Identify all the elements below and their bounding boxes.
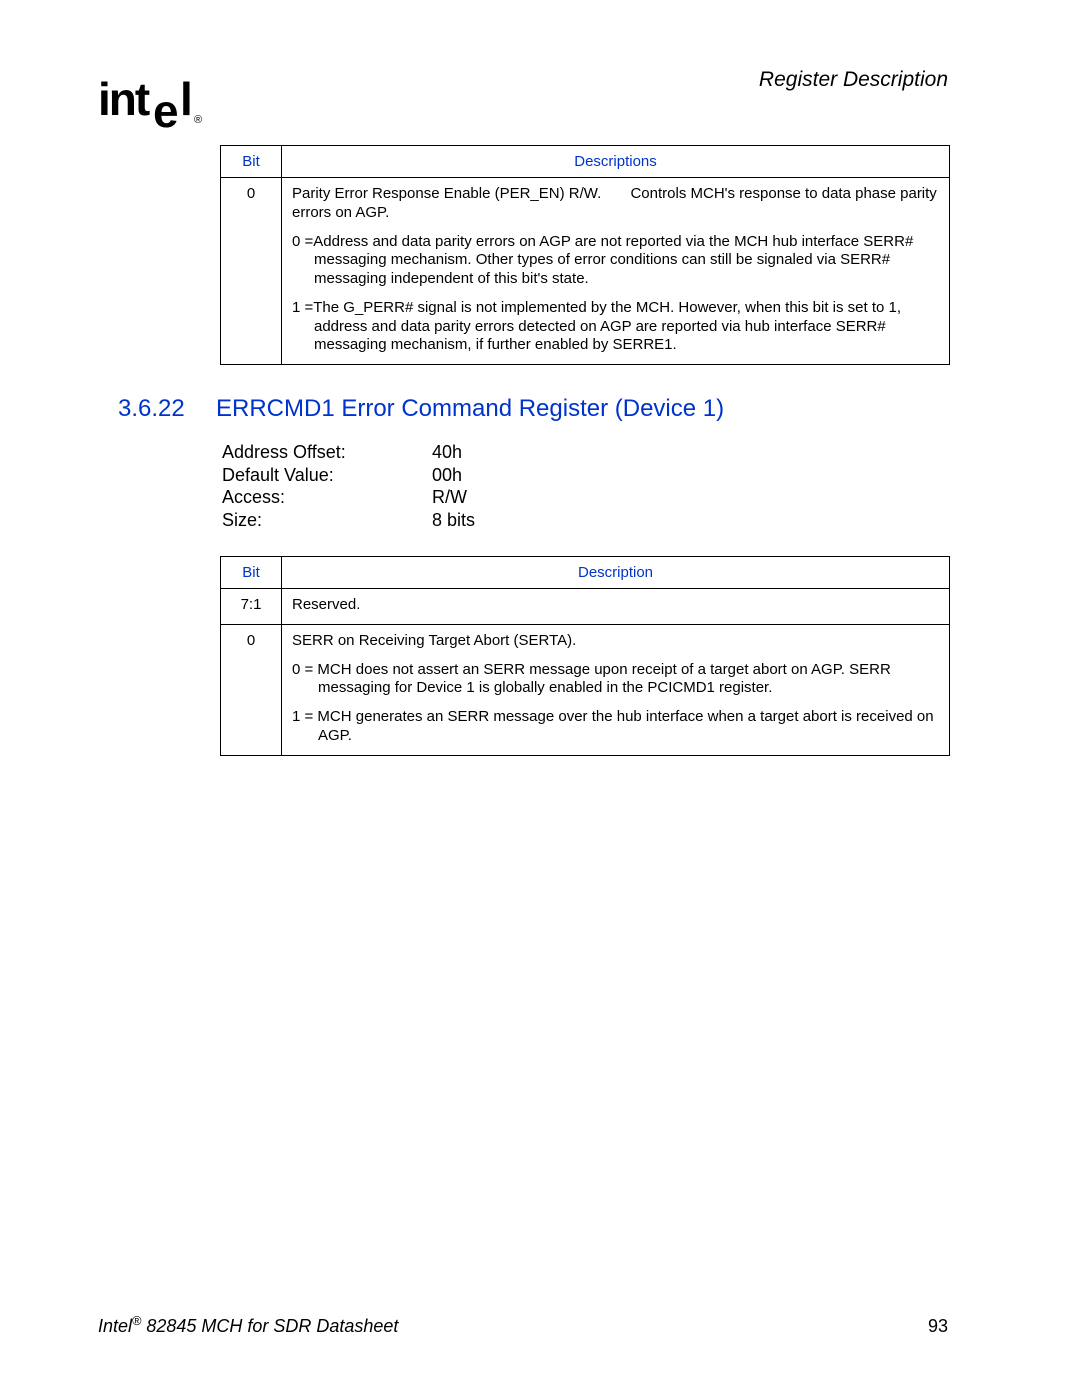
footer-doc-title-suffix: 82845 MCH for SDR Datasheet <box>141 1316 398 1336</box>
serta-value-1: 1 = MCH generates an SERR message over t… <box>292 708 939 746</box>
bit-cell: 0 <box>221 178 282 365</box>
col-header-description: Description <box>282 557 950 589</box>
intel-logo-svg: int e l ® <box>98 75 213 137</box>
desc-cell: Parity Error Response Enable (PER_EN) R/… <box>282 178 950 365</box>
table-header-row: Bit Descriptions <box>221 146 950 178</box>
section-number: 3.6.22 <box>118 395 216 423</box>
reserved-text: Reserved. <box>292 596 939 615</box>
desc-cell: Reserved. <box>282 589 950 625</box>
page-number: 93 <box>928 1316 948 1337</box>
intel-logo: int e l ® <box>98 75 213 135</box>
info-value: 8 bits <box>432 509 475 532</box>
serta-value-0: 0 = MCH does not assert an SERR message … <box>292 661 939 699</box>
col-header-bit: Bit <box>221 146 282 178</box>
info-row-address-offset: Address Offset: 40h <box>222 441 950 464</box>
main-content: Bit Descriptions 0 Parity Error Response… <box>220 145 950 786</box>
svg-text:e: e <box>153 85 178 137</box>
info-row-default-value: Default Value: 00h <box>222 464 950 487</box>
running-header-title: Register Description <box>759 68 948 92</box>
info-value: 00h <box>432 464 462 487</box>
col-header-bit: Bit <box>221 557 282 589</box>
per-en-lead: Parity Error Response Enable (PER_EN) R/… <box>292 185 601 202</box>
info-row-access: Access: R/W <box>222 486 950 509</box>
registered-mark: ® <box>132 1314 141 1328</box>
info-row-size: Size: 8 bits <box>222 509 950 532</box>
table-row: 0 SERR on Receiving Target Abort (SERTA)… <box>221 624 950 755</box>
per-en-value-1: 1 =The G_PERR# signal is not implemented… <box>292 299 939 355</box>
desc-cell: SERR on Receiving Target Abort (SERTA). … <box>282 624 950 755</box>
col-header-descriptions: Descriptions <box>282 146 950 178</box>
svg-text:l: l <box>180 75 193 125</box>
register-summary-list: Address Offset: 40h Default Value: 00h A… <box>222 441 950 531</box>
bit-cell: 7:1 <box>221 589 282 625</box>
table-row: 0 Parity Error Response Enable (PER_EN) … <box>221 178 950 365</box>
info-label: Default Value: <box>222 464 427 487</box>
table-row: 7:1 Reserved. <box>221 589 950 625</box>
svg-text:int: int <box>98 75 150 125</box>
register-table-errcmd1: Bit Description 7:1 Reserved. 0 SERR on … <box>220 556 950 756</box>
info-value: R/W <box>432 486 467 509</box>
per-en-value-0: 0 =Address and data parity errors on AGP… <box>292 233 939 289</box>
bit-cell: 0 <box>221 624 282 755</box>
serta-title: SERR on Receiving Target Abort (SERTA). <box>292 632 939 651</box>
info-label: Access: <box>222 486 427 509</box>
info-value: 40h <box>432 441 462 464</box>
section-heading: 3.6.22ERRCMD1 Error Command Register (De… <box>220 395 950 423</box>
section-title: ERRCMD1 Error Command Register (Device 1… <box>216 395 724 422</box>
info-label: Address Offset: <box>222 441 427 464</box>
footer-doc-title-prefix: Intel <box>98 1316 132 1336</box>
svg-text:®: ® <box>194 114 202 126</box>
page-footer: Intel® 82845 MCH for SDR Datasheet 93 <box>98 1314 948 1337</box>
table-header-row: Bit Description <box>221 557 950 589</box>
info-label: Size: <box>222 509 427 532</box>
register-table-per-en: Bit Descriptions 0 Parity Error Response… <box>220 145 950 365</box>
